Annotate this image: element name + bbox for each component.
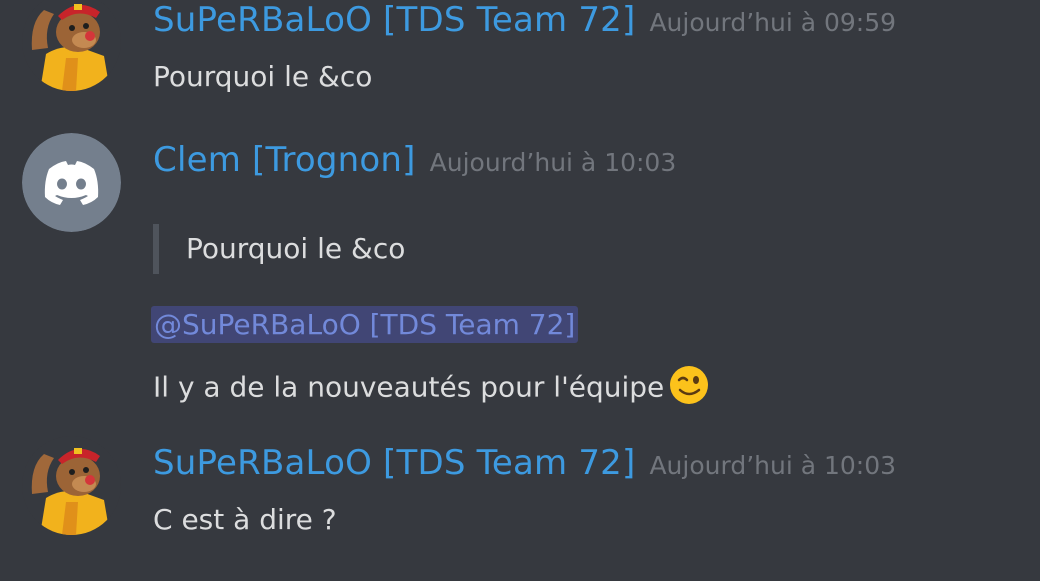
- timestamp: Aujourd’hui à 09:59: [649, 8, 897, 37]
- message-text: Il y a de la nouveautés pour l'équipe: [153, 370, 665, 404]
- message-content: Il y a de la nouveautés pour l'équipe: [153, 364, 710, 413]
- username[interactable]: Clem [Trognon]: [153, 140, 416, 180]
- username[interactable]: SuPeRBaLoO [TDS Team 72]: [153, 0, 635, 40]
- discord-default-avatar-icon[interactable]: [22, 133, 121, 232]
- timestamp: Aujourd’hui à 10:03: [429, 148, 677, 177]
- timestamp: Aujourd’hui à 10:03: [649, 451, 897, 480]
- message-header: SuPeRBaLoO [TDS Team 72] Aujourd’hui à 09…: [153, 0, 896, 40]
- message-header: SuPeRBaLoO [TDS Team 72] Aujourd’hui à 10…: [153, 443, 896, 483]
- chat-message-list: SuPeRBaLoO [TDS Team 72] Aujourd’hui à 09…: [0, 0, 1040, 581]
- username[interactable]: SuPeRBaLoO [TDS Team 72]: [153, 443, 635, 483]
- message-content: C est à dire ?: [153, 503, 337, 536]
- user-mention[interactable]: @SuPeRBaLoO [TDS Team 72]: [151, 306, 579, 343]
- quoted-message: Pourquoi le &co: [153, 224, 405, 274]
- message-header: Clem [Trognon] Aujourd’hui à 10:03: [153, 140, 676, 180]
- bear-mascot-avatar-icon[interactable]: [22, 436, 121, 535]
- winking-face-emoji: [668, 364, 710, 413]
- message-content: Pourquoi le &co: [153, 60, 373, 93]
- bear-mascot-avatar-icon[interactable]: [22, 0, 121, 91]
